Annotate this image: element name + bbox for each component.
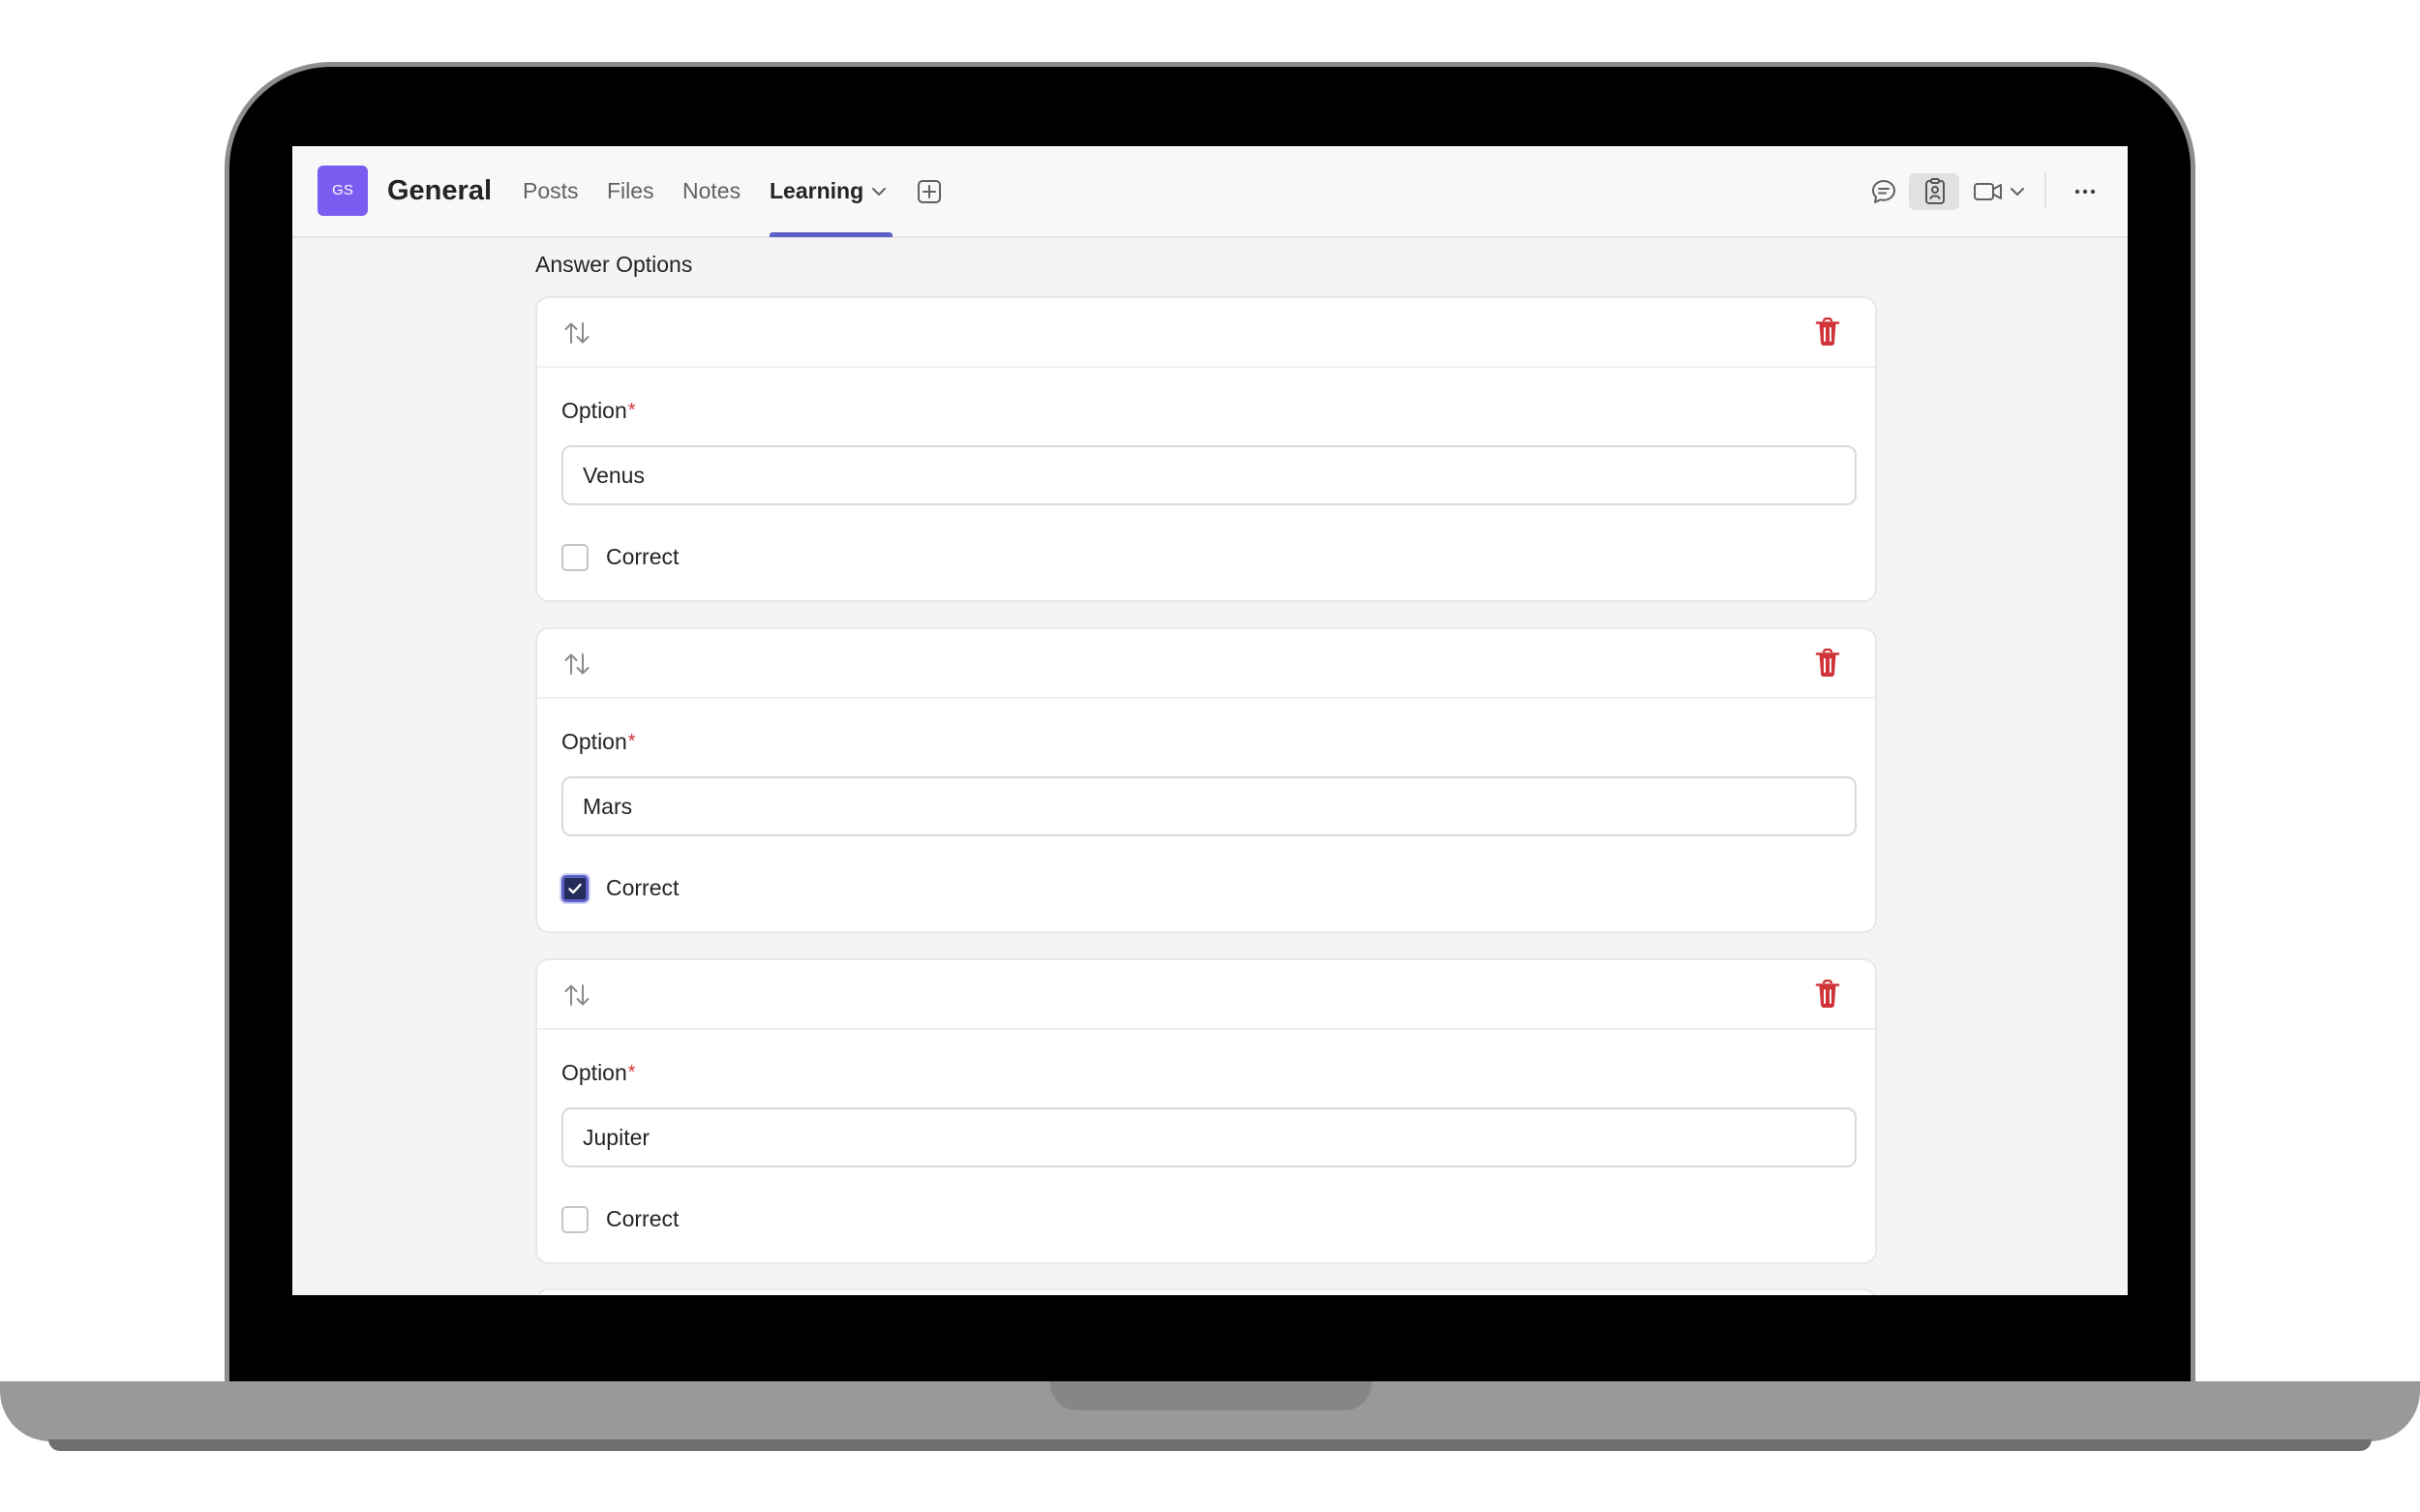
tab-posts[interactable]: Posts <box>523 173 579 208</box>
option-label: Option* <box>561 729 636 754</box>
correct-label[interactable]: Correct <box>606 1202 679 1235</box>
answer-option-card <box>535 1288 1877 1295</box>
channel-header: GS General Posts Files Notes Learning <box>292 146 2128 238</box>
required-marker: * <box>627 731 636 752</box>
delete-icon[interactable] <box>1815 980 1840 1009</box>
required-marker: * <box>627 400 636 421</box>
correct-checkbox[interactable] <box>561 875 589 902</box>
more-icon[interactable] <box>2072 178 2099 205</box>
card-header <box>537 960 1875 1030</box>
option-input[interactable] <box>561 1107 1857 1167</box>
video-call-icon[interactable] <box>1972 177 2005 206</box>
chevron-down-icon[interactable] <box>2009 183 2026 200</box>
reorder-icon[interactable] <box>562 319 591 347</box>
toolbar-divider <box>2044 173 2046 208</box>
tab-notes[interactable]: Notes <box>682 173 741 208</box>
option-label: Option* <box>561 1060 636 1085</box>
team-avatar[interactable]: GS <box>318 166 368 216</box>
laptop-notch <box>1050 1381 1372 1410</box>
required-marker: * <box>627 1062 636 1083</box>
add-tab-icon[interactable] <box>916 178 943 205</box>
app-screen: GS General Posts Files Notes Learning An… <box>292 146 2128 1295</box>
reorder-icon[interactable] <box>562 650 591 678</box>
card-header <box>537 629 1875 699</box>
correct-label[interactable]: Correct <box>606 540 679 573</box>
answer-option-card: Option* Correct <box>535 296 1877 602</box>
tab-files[interactable]: Files <box>607 173 654 208</box>
tab-learning[interactable]: Learning <box>770 173 863 208</box>
chevron-down-icon[interactable] <box>870 183 888 200</box>
section-title: Answer Options <box>535 252 693 277</box>
correct-checkbox[interactable] <box>561 544 589 571</box>
card-header <box>537 298 1875 368</box>
correct-checkbox[interactable] <box>561 1206 589 1233</box>
active-tab-indicator <box>770 232 892 237</box>
checkmark-icon <box>568 883 582 894</box>
channel-title: General <box>387 175 492 206</box>
delete-icon[interactable] <box>1815 649 1840 678</box>
chat-icon[interactable] <box>1869 177 1898 206</box>
option-input[interactable] <box>561 776 1857 836</box>
answer-option-card: Option* Correct <box>535 627 1877 933</box>
answer-option-card: Option* Correct <box>535 958 1877 1264</box>
option-label: Option* <box>561 398 636 423</box>
correct-label[interactable]: Correct <box>606 871 679 904</box>
notes-icon[interactable] <box>1921 177 1949 206</box>
option-input[interactable] <box>561 445 1857 505</box>
reorder-icon[interactable] <box>562 982 591 1009</box>
laptop-foot <box>48 1439 2372 1451</box>
delete-icon[interactable] <box>1815 318 1840 347</box>
